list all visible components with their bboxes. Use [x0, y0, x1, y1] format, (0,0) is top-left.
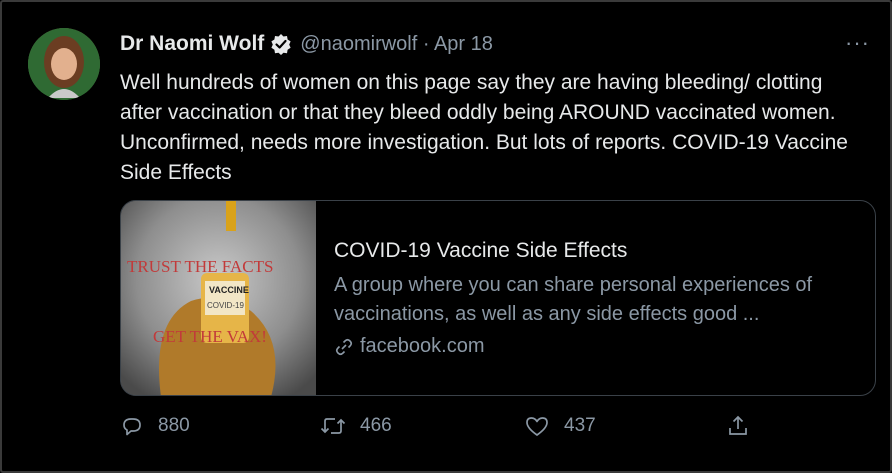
card-image-top-text: TRUST THE FACTS [127, 257, 274, 276]
card-image-bottom-text: GET THE VAX! [153, 327, 267, 346]
tweet-header: Dr Naomi Wolf @naomirwolf · Apr 18 [120, 32, 493, 56]
avatar-photo [28, 28, 100, 100]
share-button[interactable] [726, 414, 764, 438]
retweet-count: 466 [360, 415, 392, 436]
heart-icon [526, 417, 548, 436]
author-name[interactable]: Dr Naomi Wolf [120, 32, 264, 56]
verified-icon [270, 33, 292, 55]
card-link-row: facebook.com [334, 335, 855, 358]
card-image-vial-label: VACCINE [209, 285, 249, 295]
author-handle-date[interactable]: @naomirwolf · Apr 18 [300, 33, 493, 56]
retweet-button[interactable]: 466 [320, 414, 392, 438]
card-title: COVID-19 Vaccine Side Effects [334, 239, 628, 262]
card-image-vial-label-2: COVID-19 [207, 301, 244, 310]
share-icon [729, 415, 747, 435]
card-description: A group where you can share personal exp… [334, 274, 813, 325]
reply-count: 880 [158, 415, 190, 436]
like-button[interactable]: 437 [524, 414, 596, 438]
link-icon [335, 338, 353, 355]
retweet-icon [320, 418, 346, 434]
card-image: TRUST THE FACTS VACCINE COVID-19 GET THE… [121, 201, 316, 395]
more-options-icon[interactable]: ··· [845, 30, 870, 56]
tweet-actions: 880 466 437 [120, 414, 760, 444]
tweet-text: Well hundreds of women on this page say … [120, 71, 848, 184]
card-body: COVID-19 Vaccine Side Effects A group wh… [316, 201, 875, 395]
link-preview-card[interactable]: TRUST THE FACTS VACCINE COVID-19 GET THE… [120, 200, 876, 396]
reply-icon [123, 418, 141, 436]
author-avatar[interactable] [28, 28, 100, 100]
like-count: 437 [564, 415, 596, 436]
card-link-domain[interactable]: facebook.com [360, 335, 485, 358]
reply-button[interactable]: 880 [120, 414, 190, 438]
